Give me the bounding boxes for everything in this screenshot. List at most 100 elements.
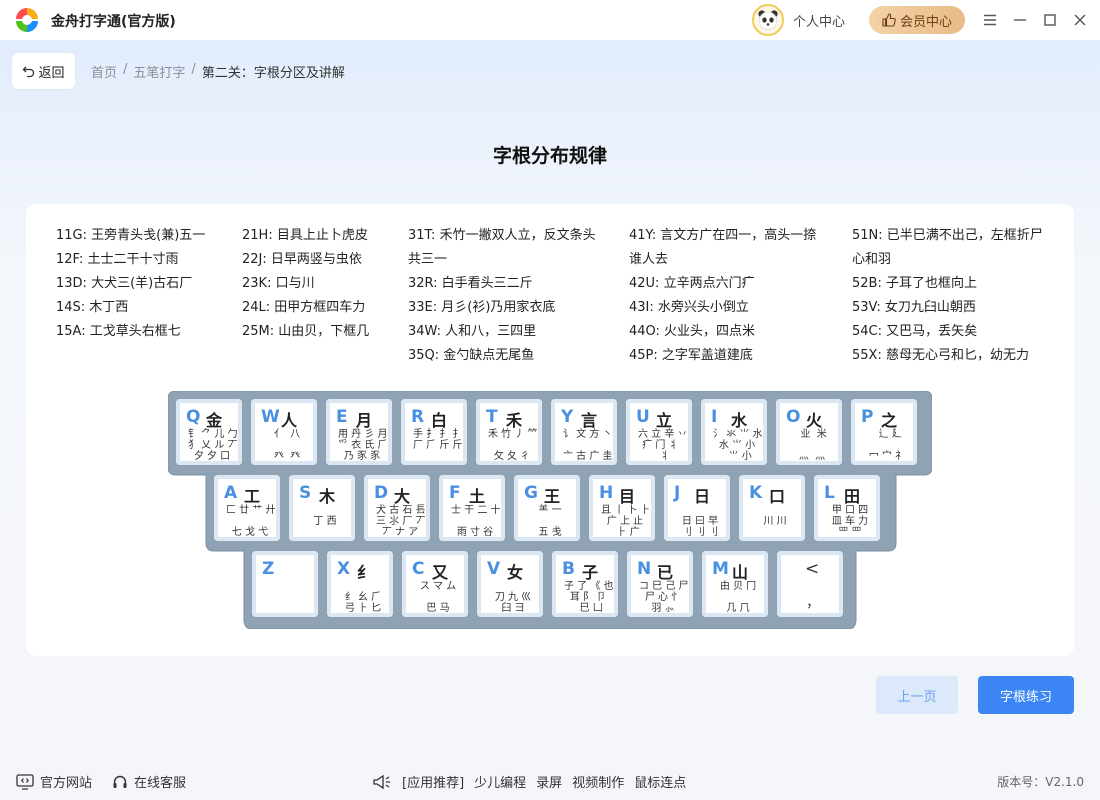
undo-arrow-icon	[23, 66, 35, 77]
key-g[interactable]: G 王⺷ 一 五 戋	[514, 475, 580, 541]
zone-rule: 25M: 山由贝，下框几	[242, 324, 370, 339]
official-site-link[interactable]: 官方网站	[16, 772, 92, 791]
recommend-auto-clicker[interactable]: 鼠标连点	[634, 772, 686, 791]
key-letter: D	[374, 483, 389, 503]
key-m[interactable]: M山由 贝 冂 几 ⺇	[702, 551, 768, 617]
key-roots: 丁 西	[313, 516, 337, 527]
key-c[interactable]: C又ス マ ム 巴 马	[402, 551, 468, 617]
zone-rule: 52B: 子耳了也框向上	[852, 276, 977, 291]
key-o[interactable]: O火 业 米 灬 灬	[776, 399, 842, 465]
key-main-root: 又	[432, 563, 449, 582]
thumbs-up-icon	[882, 13, 896, 27]
key-z[interactable]: Z	[252, 551, 318, 617]
zone-rule: 42U: 立辛两点六门疒	[629, 276, 755, 291]
key-main-root: 山	[732, 563, 749, 582]
key-roots: 川 川	[763, 516, 787, 527]
key-f[interactable]: F土士 干 二 十 雨 寸 ⾕	[439, 475, 505, 541]
key-a[interactable]: A工匚 廿 艹 廾 七 戈 弋	[214, 475, 280, 541]
key-letter: T	[486, 407, 498, 427]
breadcrumb-home[interactable]: 首页	[91, 62, 117, 81]
key-roots: 刀 九 巛 臼 彐	[494, 592, 532, 614]
zone-rule: 22J: 日早两竖与虫依	[242, 252, 362, 267]
key-roots: 讠 文 方 丶 亠 古 广 圭	[563, 429, 613, 462]
key-y[interactable]: Y言讠 文 方 丶 亠 古 广 圭	[551, 399, 617, 465]
key-letter: R	[411, 407, 425, 427]
close-icon[interactable]	[1070, 10, 1090, 30]
maximize-icon[interactable]	[1040, 10, 1060, 30]
user-avatar[interactable]	[752, 4, 784, 36]
key-main-root: 已	[657, 563, 674, 582]
back-button[interactable]: 返回	[12, 53, 75, 89]
key-b[interactable]: B子子 了 《 也 耳 阝 卩 巳 凵	[552, 551, 618, 617]
zone-column-3: 31T: 禾竹一撇双人立，反文条头共三一 32R: 白手看头三二斤 33E: 月…	[408, 224, 608, 368]
key-i[interactable]: I水氵 氺 ⺌ 水 水 ⺌ 小 ⺌ 小	[701, 399, 767, 465]
key-l[interactable]: L田甲 口 四 皿 车 力 罒 罒	[814, 475, 880, 541]
vip-center-button[interactable]: 会员中心	[869, 6, 965, 34]
key-letter: J	[674, 483, 681, 503]
key-letter: E	[336, 407, 348, 427]
key-roots: 六 立 辛 丷 疒 门 丬 丬	[638, 429, 688, 462]
panda-icon	[758, 10, 778, 31]
zone-rule: 41Y: 言文方广在四一，高头一捺谁人去	[629, 228, 817, 267]
breadcrumb-separator: /	[123, 62, 128, 77]
online-service-link[interactable]: 在线客服	[112, 772, 186, 791]
key-v[interactable]: V女 刀 九 巛 臼 彐	[477, 551, 543, 617]
key-d[interactable]: D大犬 古 石 镸 三 ⺢ 厂 丆 丆 ナ ア	[364, 475, 430, 541]
key-letter: K	[749, 483, 763, 503]
page-title: 字根分布规律	[492, 145, 607, 167]
headset-icon	[113, 775, 127, 788]
key-main-root: 言	[581, 411, 598, 430]
root-practice-button[interactable]: 字根练习	[978, 676, 1074, 714]
zone-rules: 11G: 王旁青头戋(兼)五一 12F: 土士二干十寸雨 13D: 大犬三(羊)…	[26, 224, 1074, 374]
key-t[interactable]: T禾禾 竹 丿 ⺮ 攵 夂 彳	[476, 399, 542, 465]
key-u[interactable]: U立六 立 辛 丷 疒 门 丬 丬	[626, 399, 692, 465]
minimize-icon[interactable]	[1010, 10, 1030, 30]
key-r[interactable]: R白手 扌 扌 ⺘ 厂 ⺁ 斤 斤	[401, 399, 467, 465]
key-letter: S	[299, 483, 312, 503]
recommend-screen-record[interactable]: 录屏	[536, 772, 562, 791]
recommend-label: [应用推荐]	[402, 776, 465, 791]
key-p[interactable]: P之 辶 廴 冖 宀 礻	[851, 399, 917, 465]
key-e[interactable]: E月用 丹 彡 月 爫 衣 氏 ⺁ 乃 豕 豕	[326, 399, 392, 465]
zone-column-5: 51N: 已半巳满不出己，左框折尸心和羽 52B: 子耳了也框向上 53V: 女…	[852, 224, 1052, 368]
personal-center-link[interactable]: 个人中心	[793, 11, 845, 30]
prev-page-button[interactable]: 上一页	[876, 676, 958, 714]
breadcrumb-wubi[interactable]: 五笔打字	[133, 62, 185, 81]
key-letter: I	[711, 407, 718, 427]
key-letter: Y	[561, 407, 574, 427]
menu-icon[interactable]	[980, 10, 1000, 30]
zone-rule: 24L: 田甲方框四车力	[242, 300, 366, 315]
key-q[interactable]: Q金钅 ⺈ 儿 勹 犭 乂 ル 丆 夕 夕 口	[176, 399, 242, 465]
key-j[interactable]: J日 日 曰 早 刂 刂 刂	[664, 475, 730, 541]
key-letter: A	[224, 483, 238, 503]
key-n[interactable]: N已コ 巳 己 尸 尸 心 忄 羽 ⺗	[627, 551, 693, 617]
key-roots: 禾 竹 丿 ⺮ 攵 夂 彳	[488, 429, 538, 462]
key-roots: 手 扌 扌 ⺘ 厂 ⺁ 斤 斤	[413, 429, 463, 451]
recommend-video-editor[interactable]: 视频制作	[572, 772, 624, 791]
official-site-label: 官方网站	[40, 776, 93, 791]
zone-rule: 12F: 土士二干十寸雨	[56, 252, 179, 267]
key-letter: B	[562, 559, 575, 579]
key-letter: C	[412, 559, 425, 579]
vip-center-label: 会员中心	[899, 14, 952, 30]
key-roots: 氵 氺 ⺌ 水 水 ⺌ 小 ⺌ 小	[713, 429, 763, 462]
zone-rule: 44O: 火业头，四点米	[629, 324, 756, 339]
zone-rule: 54C: 又巴马，丢矢矣	[852, 324, 978, 339]
key-roots: 纟 幺 ⺁ 弓 ⺊ 匕	[344, 592, 382, 614]
key-s[interactable]: S木 丁 西	[289, 475, 355, 541]
key-k[interactable]: K口 川 川	[739, 475, 805, 541]
recommend-kids-coding[interactable]: 少儿编程	[474, 772, 526, 791]
key-h[interactable]: H目且 丨 卜 ⺊ 广 上 止 ⺊ 广	[589, 475, 655, 541]
key-letter: V	[487, 559, 501, 579]
key-letter: L	[824, 483, 835, 503]
key-comma[interactable]: < ，	[777, 551, 843, 617]
key-main-root: 木	[319, 487, 336, 506]
key-main-root: 日	[694, 487, 711, 506]
key-x[interactable]: X纟 纟 幺 ⺁ 弓 ⺊ 匕	[327, 551, 393, 617]
zone-rule: 55X: 慈母无心弓和匕，幼无力	[852, 348, 1029, 363]
key-letter: F	[449, 483, 461, 503]
key-w[interactable]: W人亻 八 癶 癶	[251, 399, 317, 465]
zone-rule: 51N: 已半巳满不出己，左框折尸心和羽	[852, 228, 1043, 267]
key-letter: Q	[186, 407, 201, 427]
key-main-root: 土	[469, 487, 486, 506]
